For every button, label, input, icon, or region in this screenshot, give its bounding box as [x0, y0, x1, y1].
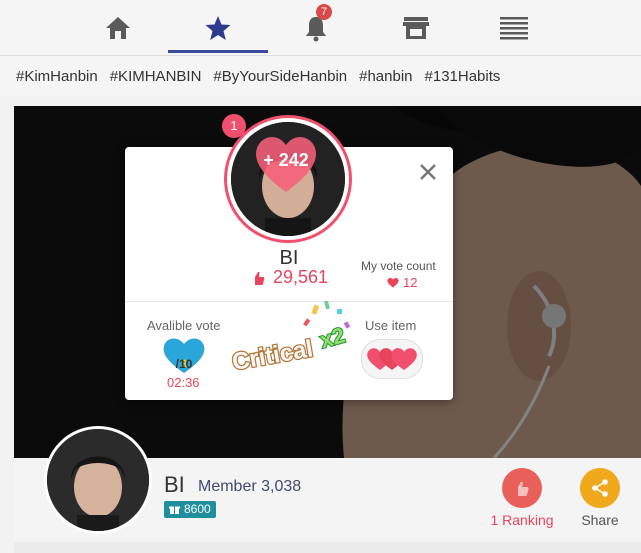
my-vote-count: 12 [387, 275, 417, 290]
artist-name: BI [164, 472, 185, 497]
vote-timer: 02:36 [167, 375, 200, 390]
available-vote-label: Avalible vote [147, 318, 221, 333]
nav-list[interactable] [464, 0, 564, 55]
home-icon [106, 16, 130, 39]
avatar-image [47, 429, 149, 531]
use-item-label: Use item [365, 318, 417, 333]
share-icon [592, 479, 608, 497]
list-icon [500, 16, 528, 39]
notification-badge: 7 [316, 4, 332, 20]
plus-votes: + 242 [263, 150, 309, 170]
total-votes-value: 29,561 [273, 267, 329, 287]
hashtag-bar: #KimHanbin #KIMHANBIN #ByYourSideHanbin … [0, 56, 641, 96]
modal-avatar: 1 + 242 [222, 114, 352, 243]
use-item-button[interactable] [361, 339, 423, 379]
nav-favorites[interactable] [168, 0, 268, 55]
rank-badge: 1 [222, 114, 246, 138]
avatar[interactable] [44, 426, 152, 534]
hand-vote-icon [255, 271, 265, 285]
nav-notifications[interactable]: 7 [266, 0, 366, 55]
nav-store[interactable] [366, 0, 466, 55]
share-circle [580, 468, 620, 508]
hashtag-link[interactable]: #131Habits [425, 68, 501, 85]
hearts-item-icon [367, 348, 417, 370]
top-nav: 7 [0, 0, 641, 56]
gift-badge: 8600 [164, 501, 216, 518]
share-label: Share [581, 512, 619, 528]
gift-count: 8600 [184, 502, 211, 516]
nav-home[interactable] [68, 0, 168, 55]
my-vote-count-value: 12 [403, 275, 418, 290]
share-button[interactable]: Share [560, 468, 640, 528]
ranking-button[interactable]: 1 Ranking [482, 468, 562, 528]
hand-icon [518, 482, 529, 496]
critical-text: Critical [230, 335, 315, 376]
bottom-divider [14, 542, 641, 553]
member-count: Member 3,038 [198, 478, 302, 495]
total-votes: 29,561 [251, 267, 328, 288]
ranking-label: 1 Ranking [490, 512, 554, 528]
plus-votes-heart: + 242 [251, 128, 321, 198]
available-vote-heart[interactable]: 3/10 [162, 335, 206, 375]
close-icon[interactable] [417, 161, 439, 183]
gift-icon [169, 506, 180, 515]
hashtag-link[interactable]: #hanbin [359, 68, 412, 85]
hashtag-link[interactable]: #KimHanbin [16, 68, 98, 85]
hashtag-link[interactable]: #ByYourSideHanbin [213, 68, 347, 85]
critical-multiplier: x2 [317, 322, 347, 352]
ranking-circle [502, 468, 542, 508]
star-icon [205, 15, 231, 40]
small-heart-icon [387, 278, 399, 288]
critical-banner: Critical x2 [225, 297, 365, 377]
profile-bar: BI Member 3,038 8600 1 Ranking Share [14, 426, 641, 542]
my-vote-label: My vote count [361, 259, 436, 273]
store-icon [403, 16, 429, 39]
vote-modal: 1 + 242 BI 29,561 My vote count 12 Avali… [125, 114, 453, 400]
hashtag-link[interactable]: #KIMHANBIN [110, 68, 202, 85]
critical-art: Critical x2 [229, 300, 351, 377]
available-total: /10 [175, 357, 193, 371]
